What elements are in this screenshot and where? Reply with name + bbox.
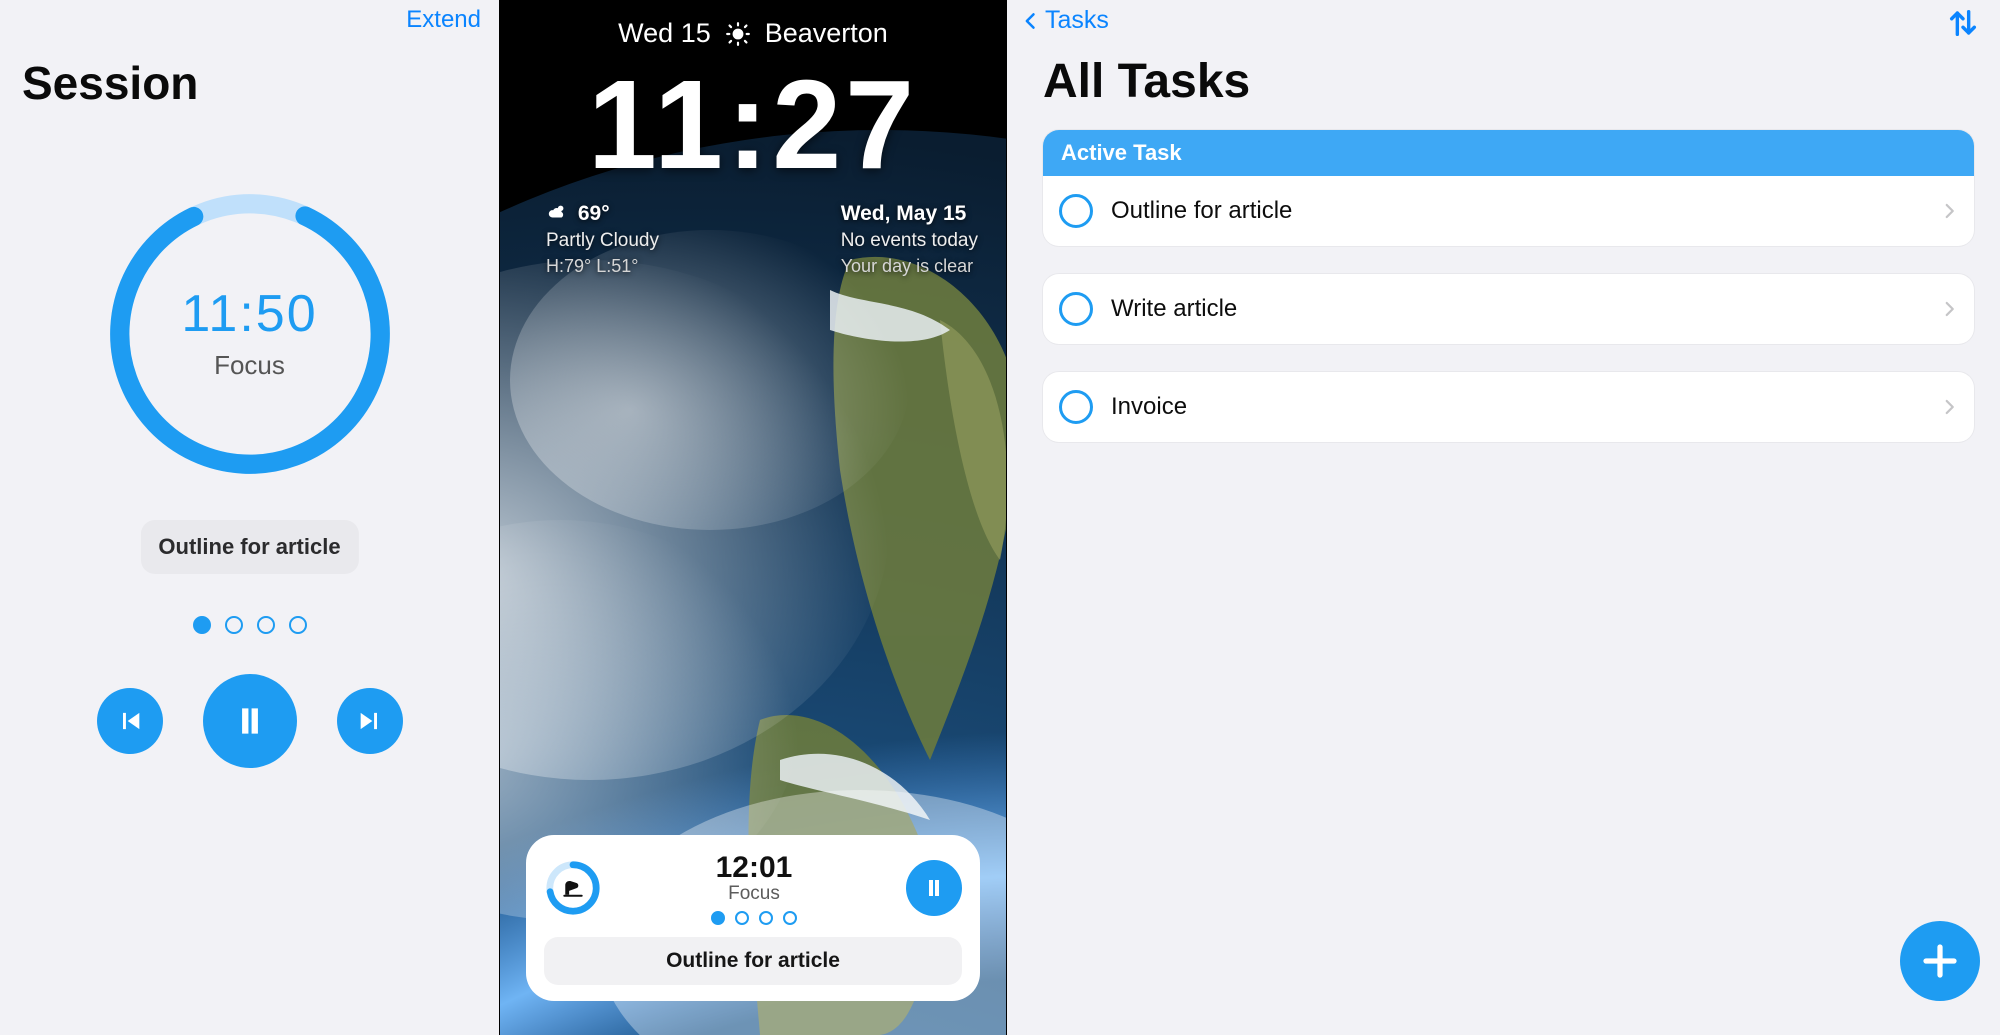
next-button[interactable] — [337, 688, 403, 754]
dot-icon — [759, 911, 773, 925]
dot-icon — [225, 616, 243, 634]
chevron-right-icon — [1940, 395, 1958, 419]
checkbox-icon[interactable] — [1059, 390, 1093, 424]
cloud-sun-icon — [546, 201, 568, 223]
chevron-right-icon — [1940, 199, 1958, 223]
lockscreen-date: Wed 15 — [618, 18, 711, 49]
task-group: Write article — [1043, 274, 1974, 344]
dot-icon — [193, 616, 211, 634]
timer-value: 11:50 — [102, 284, 398, 344]
calendar-line2: Your day is clear — [841, 254, 978, 278]
weather-temp: 69° — [578, 202, 610, 225]
extend-button[interactable]: Extend — [406, 6, 481, 34]
timer-mode: Focus — [102, 350, 398, 381]
playback-controls — [97, 674, 403, 768]
back-label: Tasks — [1045, 6, 1109, 35]
group-header: Active Task — [1043, 130, 1974, 176]
widget-time: 12:01 — [602, 851, 906, 885]
pause-icon — [231, 702, 269, 740]
page-title: Session — [22, 56, 198, 110]
chevron-right-icon — [1940, 297, 1958, 321]
add-task-button[interactable] — [1900, 921, 1980, 1001]
dot-icon — [783, 911, 797, 925]
timer-ring: 11:50 Focus — [102, 186, 398, 482]
session-progress-dots — [193, 616, 307, 634]
weather-hilo: H:79° L:51° — [546, 254, 659, 278]
current-task-pill[interactable]: Outline for article — [140, 520, 358, 574]
widget-ring-icon — [544, 859, 602, 917]
sort-button[interactable] — [1946, 6, 1980, 40]
task-name: Invoice — [1111, 393, 1922, 421]
calendar-line1: No events today — [841, 228, 978, 254]
calendar-date: Wed, May 15 — [841, 200, 978, 228]
task-row[interactable]: Write article — [1043, 274, 1974, 344]
task-row[interactable]: Invoice — [1043, 372, 1974, 442]
dot-icon — [257, 616, 275, 634]
tasks-screen: Tasks All Tasks Active Task Outline for … — [1007, 0, 2000, 1035]
skip-forward-icon — [356, 707, 384, 735]
sort-arrows-icon — [1946, 6, 1980, 40]
task-list: Active Task Outline for article Write ar… — [1043, 130, 1974, 470]
sun-icon — [725, 21, 751, 47]
live-activity-widget[interactable]: 12:01 Focus Outline for article — [526, 835, 980, 1001]
previous-button[interactable] — [97, 688, 163, 754]
checkbox-icon[interactable] — [1059, 194, 1093, 228]
back-button[interactable]: Tasks — [1021, 6, 1109, 35]
lock-screen: Wed 15 Beaverton 11:27 69° Partly Cloudy — [500, 0, 1007, 1035]
pause-icon — [922, 876, 946, 900]
calendar-widget[interactable]: Wed, May 15 No events today Your day is … — [841, 200, 978, 278]
lockscreen-clock: 11:27 — [500, 54, 1006, 196]
widget-dots — [602, 911, 906, 925]
task-row[interactable]: Outline for article — [1043, 176, 1974, 246]
task-group: Invoice — [1043, 372, 1974, 442]
widget-task: Outline for article — [544, 937, 962, 985]
lockscreen-dateline: Wed 15 Beaverton — [500, 18, 1006, 49]
dot-icon — [735, 911, 749, 925]
widget-pause-button[interactable] — [906, 860, 962, 916]
skip-back-icon — [116, 707, 144, 735]
dot-icon — [711, 911, 725, 925]
weather-conditions: Partly Cloudy — [546, 228, 659, 254]
plus-icon — [1919, 940, 1961, 982]
checkbox-icon[interactable] — [1059, 292, 1093, 326]
chevron-left-icon — [1021, 7, 1041, 35]
task-name: Write article — [1111, 295, 1922, 323]
dot-icon — [289, 616, 307, 634]
lockscreen-location: Beaverton — [765, 18, 888, 49]
pause-button[interactable] — [203, 674, 297, 768]
session-screen: Extend Session 11:50 Focus Outline for a… — [0, 0, 500, 1035]
widget-mode: Focus — [602, 883, 906, 905]
task-group-active: Active Task Outline for article — [1043, 130, 1974, 246]
weather-widget[interactable]: 69° Partly Cloudy H:79° L:51° — [546, 200, 659, 278]
page-title: All Tasks — [1043, 54, 1250, 109]
task-name: Outline for article — [1111, 197, 1922, 225]
